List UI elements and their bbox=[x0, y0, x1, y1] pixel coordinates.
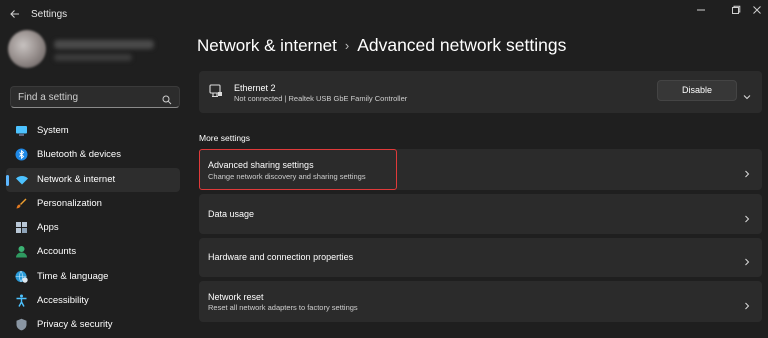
accessibility-icon bbox=[15, 294, 28, 307]
disable-button[interactable]: Disable bbox=[657, 80, 737, 101]
data-usage-card[interactable]: Data usage bbox=[199, 194, 762, 234]
back-arrow-icon[interactable] bbox=[8, 8, 22, 22]
sidebar-item-time-language[interactable]: Time & language bbox=[6, 265, 180, 289]
card-subtitle: Reset all network adapters to factory se… bbox=[208, 303, 358, 312]
close-button[interactable] bbox=[746, 4, 768, 22]
user-name-blurred bbox=[54, 40, 154, 49]
restore-button[interactable] bbox=[725, 4, 747, 22]
person-icon bbox=[15, 245, 28, 258]
card-subtitle: Change network discovery and sharing set… bbox=[208, 172, 366, 181]
card-title: Network reset bbox=[208, 292, 264, 302]
sidebar-item-privacy[interactable]: Privacy & security bbox=[6, 313, 180, 337]
minimize-button[interactable] bbox=[690, 4, 712, 22]
avatar[interactable] bbox=[8, 30, 46, 68]
wifi-icon bbox=[15, 173, 28, 186]
chevron-right-icon bbox=[743, 210, 751, 223]
page-title: Advanced network settings bbox=[357, 35, 567, 55]
title-bar: Settings bbox=[0, 0, 768, 30]
hardware-connection-properties-card[interactable]: Hardware and connection properties bbox=[199, 238, 762, 277]
sidebar-item-bluetooth[interactable]: Bluetooth & devices bbox=[6, 143, 180, 167]
chevron-right-icon bbox=[743, 297, 751, 310]
chevron-right-icon bbox=[743, 165, 751, 178]
user-email-blurred bbox=[54, 54, 132, 61]
apps-icon bbox=[15, 221, 28, 234]
ethernet-icon bbox=[209, 84, 223, 98]
chevron-right-icon bbox=[743, 253, 751, 266]
card-title: Data usage bbox=[208, 209, 255, 219]
brush-icon bbox=[15, 197, 28, 210]
sidebar-item-network[interactable]: Network & internet bbox=[6, 167, 180, 192]
sidebar-item-accessibility[interactable]: Accessibility bbox=[6, 289, 180, 313]
section-heading: More settings bbox=[199, 133, 251, 143]
network-reset-card[interactable]: Network reset Reset all network adapters… bbox=[199, 281, 762, 322]
globe-clock-icon bbox=[15, 270, 28, 283]
search-icon[interactable] bbox=[162, 92, 172, 105]
ethernet-title: Ethernet 2 bbox=[234, 83, 276, 93]
search-box[interactable] bbox=[10, 86, 180, 108]
shield-icon bbox=[15, 318, 28, 331]
card-title: Hardware and connection properties bbox=[208, 252, 354, 262]
search-input[interactable] bbox=[18, 90, 158, 105]
sidebar-item-system[interactable]: System bbox=[6, 119, 180, 143]
bluetooth-icon bbox=[15, 148, 28, 161]
app-title: Settings bbox=[31, 9, 68, 20]
active-indicator bbox=[6, 174, 9, 186]
sidebar-item-apps[interactable]: Apps bbox=[6, 216, 180, 240]
advanced-sharing-settings-card[interactable]: Advanced sharing settings Change network… bbox=[199, 149, 762, 190]
card-title: Advanced sharing settings bbox=[208, 160, 314, 170]
breadcrumb: Network & internet › Advanced network sett… bbox=[197, 35, 566, 56]
sidebar-nav: System Bluetooth & devices Network & int… bbox=[6, 119, 180, 338]
sidebar-item-personalization[interactable]: Personalization bbox=[6, 192, 180, 216]
monitor-icon bbox=[15, 124, 28, 137]
sidebar-item-accounts[interactable]: Accounts bbox=[6, 240, 180, 264]
chevron-down-icon[interactable] bbox=[743, 88, 751, 100]
ethernet-status: Not connected | Realtek USB GbE Family C… bbox=[234, 94, 408, 103]
ethernet-card[interactable]: Ethernet 2 Not connected | Realtek USB G… bbox=[199, 71, 762, 113]
breadcrumb-parent[interactable]: Network & internet bbox=[197, 36, 337, 55]
breadcrumb-separator: › bbox=[344, 38, 350, 53]
